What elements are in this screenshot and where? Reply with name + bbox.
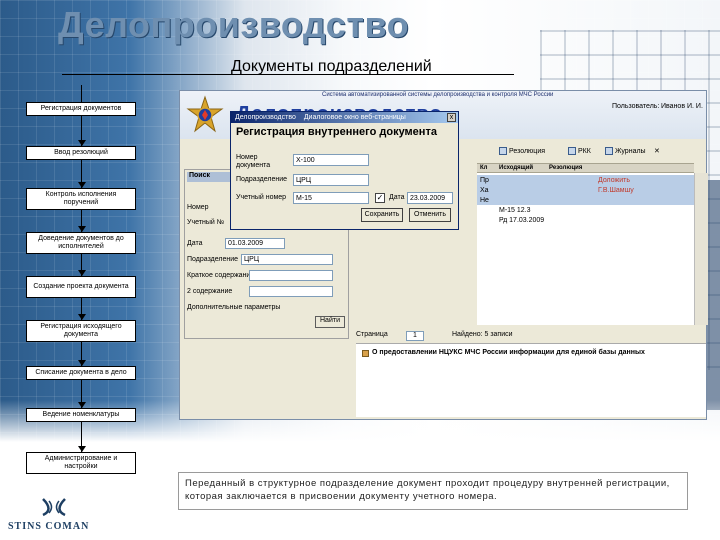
grid-cell-kl: Пр bbox=[480, 177, 489, 184]
pager: Страница 1 Найдено: 5 записи bbox=[356, 331, 706, 343]
grid-cell-kl: Ха bbox=[480, 187, 489, 194]
grid-cell-outgoing: М-15 12.3 bbox=[499, 207, 531, 214]
doc-number-input[interactable]: Х-100 bbox=[293, 154, 369, 166]
unit-label: Подразделение bbox=[236, 176, 288, 183]
extra-params-label: Дополнительные параметры bbox=[187, 304, 281, 311]
content-input[interactable] bbox=[249, 270, 333, 281]
flow-step: Ввод резолюций bbox=[26, 146, 136, 160]
slide-caption: Переданный в структурное подразделение д… bbox=[178, 472, 688, 510]
account-number-input[interactable]: М-15 bbox=[293, 192, 369, 204]
flow-step: Доведение документов до исполнителей bbox=[26, 232, 136, 254]
resolution-icon bbox=[499, 147, 507, 155]
content-label: Краткое содержание bbox=[187, 272, 255, 279]
resolution-button[interactable]: Резолюция bbox=[499, 144, 545, 158]
flow-step: Ведение номенклатуры bbox=[26, 408, 136, 422]
search-button[interactable]: Найти bbox=[315, 316, 345, 328]
content2-label: 2 содержание bbox=[187, 288, 233, 295]
account-label: Учетный № bbox=[187, 219, 225, 226]
doc-number-label: Номер документа bbox=[236, 154, 271, 169]
dialog-close-button[interactable]: x bbox=[447, 113, 456, 122]
flow-step: Создание проекта документа bbox=[26, 276, 136, 298]
flow-step: Администрирование и настройки bbox=[26, 452, 136, 474]
emblem-icon bbox=[186, 95, 224, 133]
dialog-heading: Регистрация внутреннего документа bbox=[236, 126, 437, 138]
journals-icon bbox=[605, 147, 613, 155]
page-label: Страница bbox=[356, 331, 388, 338]
found-count: Найдено: 5 записи bbox=[452, 331, 513, 338]
grid-scrollbar[interactable] bbox=[694, 173, 708, 325]
app-toolbar: Резолюция РКК Журналы ✕ bbox=[449, 144, 705, 160]
save-button[interactable]: Сохранить bbox=[361, 208, 403, 222]
slide-heading: Делопроизводство bbox=[58, 4, 410, 45]
journals-button[interactable]: Журналы bbox=[605, 144, 646, 158]
title-divider bbox=[62, 74, 514, 75]
grid-cell-outgoing: Рд 17.03.2009 bbox=[499, 217, 545, 224]
user-name: Иванов И. И. bbox=[661, 103, 703, 110]
notice-link[interactable]: О предоставлении НЦУКС МЧС России информ… bbox=[372, 349, 645, 356]
dialog-titlebar: Делопроизводство Диалоговое окно веб-стр… bbox=[231, 112, 458, 123]
user-label: Пользователь: bbox=[612, 103, 660, 110]
cancel-button[interactable]: Отменить bbox=[409, 208, 451, 222]
system-title: Система автоматизированной системы делоп… bbox=[322, 92, 554, 98]
date-input[interactable]: 23.03.2009 bbox=[407, 192, 453, 204]
date-label: Дата bbox=[389, 194, 405, 201]
flow-step: Контроль исполнения поручений bbox=[26, 188, 136, 210]
flow-step: Списание документа в дело bbox=[26, 366, 136, 380]
registration-dialog: Делопроизводство Диалоговое окно веб-стр… bbox=[230, 111, 459, 230]
company-logo-icon bbox=[42, 498, 66, 517]
col-resolution: Резолюция bbox=[549, 165, 583, 171]
page-input[interactable]: 1 bbox=[406, 331, 424, 341]
document-icon bbox=[362, 350, 369, 357]
account-number-label: Учетный номер bbox=[236, 194, 287, 201]
grid-cell-kl: Не bbox=[480, 197, 489, 204]
unit-label: Подразделение bbox=[187, 256, 239, 263]
content2-input[interactable] bbox=[249, 286, 333, 297]
selected-row[interactable] bbox=[477, 175, 694, 205]
date-label: Дата bbox=[187, 240, 203, 247]
rkk-icon bbox=[568, 147, 576, 155]
close-icon[interactable]: ✕ bbox=[654, 144, 660, 158]
col-kl: Кл bbox=[480, 165, 488, 171]
col-outgoing: Исходящий bbox=[499, 165, 534, 171]
flow-step: Регистрация документов bbox=[26, 102, 136, 116]
grid-header: Кл Исходящий Резолюция bbox=[477, 163, 694, 173]
rkk-button[interactable]: РКК bbox=[568, 144, 591, 158]
date-input[interactable]: 01.03.2009 bbox=[225, 238, 285, 249]
checkbox-icon[interactable]: ✓ bbox=[375, 193, 385, 203]
flow-step: Регистрация исходящего документа bbox=[26, 320, 136, 342]
unit-input[interactable]: ЦРЦ bbox=[293, 174, 369, 186]
grid-cell-resolution: Доложить bbox=[598, 177, 630, 184]
unit-input[interactable]: ЦРЦ bbox=[241, 254, 333, 265]
number-label: Номер bbox=[187, 204, 209, 211]
grid-cell-resolution: Г.В.Шамшу bbox=[598, 187, 634, 194]
company-logo-text: STINS COMAN bbox=[8, 521, 90, 532]
